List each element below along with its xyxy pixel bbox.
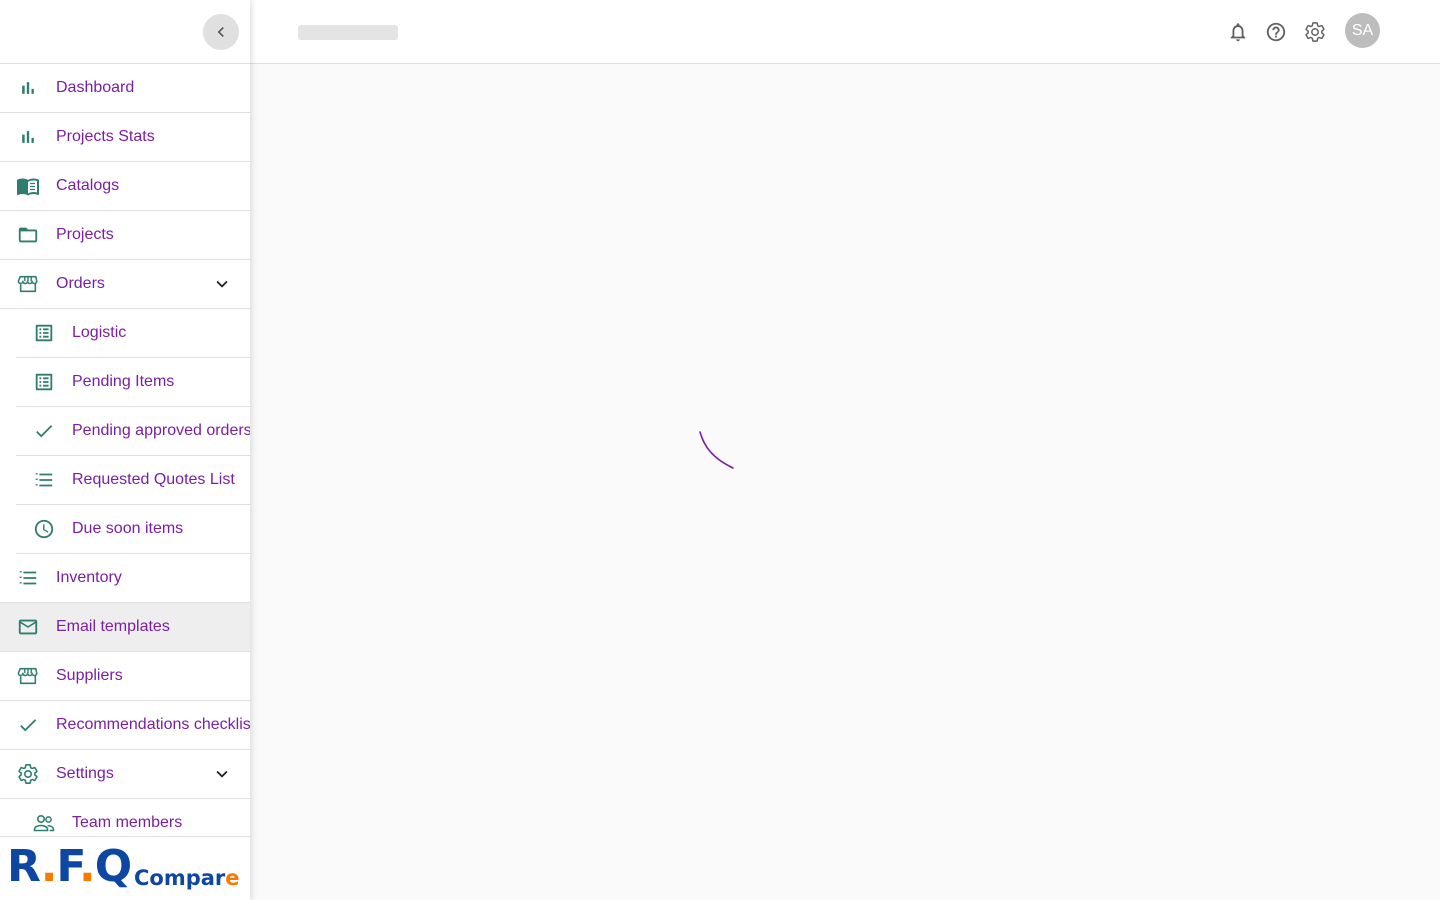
mail-icon bbox=[16, 615, 40, 639]
sidebar-item-catalogs[interactable]: Catalogs bbox=[0, 162, 250, 211]
sidebar-item-label: Suppliers bbox=[56, 667, 123, 684]
sidebar-item-requested-quotes-list[interactable]: Requested Quotes List bbox=[16, 456, 250, 505]
chevron-left-icon bbox=[217, 27, 224, 37]
sidebar-item-label: Projects bbox=[56, 226, 114, 243]
sidebar-item-label: Due soon items bbox=[72, 520, 184, 537]
logo-letter: F bbox=[56, 841, 80, 892]
logo-dot: . bbox=[79, 841, 96, 892]
sidebar-item-recommendations-checklist[interactable]: Recommendations checklist bbox=[0, 701, 250, 750]
loading-spinner bbox=[699, 431, 734, 469]
book-open-icon bbox=[16, 174, 40, 198]
clock-icon bbox=[32, 517, 56, 541]
sidebar-item-inventory[interactable]: Inventory bbox=[0, 554, 250, 603]
sidebar-item-settings[interactable]: Settings bbox=[0, 750, 250, 799]
sidebar-item-projects-stats[interactable]: Projects Stats bbox=[0, 113, 250, 162]
sidebar-item-label: Email templates bbox=[56, 618, 170, 635]
sidebar-item-label: Recommendations checklist bbox=[56, 716, 250, 733]
help-icon bbox=[1266, 22, 1286, 42]
storefront-icon bbox=[16, 664, 40, 688]
gear-icon bbox=[16, 762, 40, 786]
rfq-compare-logo: R.F.Q Compare bbox=[0, 836, 250, 900]
format-list-icon bbox=[16, 566, 40, 590]
top-app-bar: SA bbox=[250, 0, 1440, 64]
logo-letter: R bbox=[7, 841, 42, 892]
sidebar-item-label: Pending approved orders bbox=[72, 422, 250, 439]
settings-button[interactable] bbox=[1303, 20, 1327, 44]
chevron-down-icon bbox=[216, 770, 228, 778]
avatar[interactable]: SA bbox=[1345, 13, 1380, 48]
sidebar-item-suppliers[interactable]: Suppliers bbox=[0, 652, 250, 701]
sidebar-item-email-templates[interactable]: Email templates bbox=[0, 603, 250, 652]
sidebar-item-label: Logistic bbox=[72, 324, 127, 341]
check-icon bbox=[16, 713, 40, 737]
sidebar-header bbox=[0, 0, 250, 64]
sidebar-item-label: Requested Quotes List bbox=[72, 471, 235, 488]
sidebar-item-label: Settings bbox=[56, 765, 114, 782]
chevron-down-icon bbox=[216, 280, 228, 288]
sidebar-item-pending-items[interactable]: Pending Items bbox=[16, 358, 250, 407]
list-alt-icon bbox=[32, 370, 56, 394]
logo-compare-text: Compare bbox=[134, 865, 240, 891]
format-list-icon bbox=[32, 468, 56, 492]
sidebar-item-label: Pending Items bbox=[72, 373, 175, 390]
sidebar-item-label: Projects Stats bbox=[56, 128, 155, 145]
logo-dot: . bbox=[40, 841, 58, 892]
sidebar-item-due-soon-items[interactable]: Due soon items bbox=[16, 505, 250, 554]
notifications-button[interactable] bbox=[1226, 20, 1250, 44]
check-icon bbox=[32, 419, 56, 443]
sidebar-item-label: Inventory bbox=[56, 569, 122, 586]
logo-letter: Q bbox=[94, 841, 132, 892]
expand-toggle[interactable] bbox=[210, 272, 234, 296]
help-button[interactable] bbox=[1264, 20, 1288, 44]
bar-chart-icon bbox=[16, 125, 40, 149]
logo-rfq-mark: R.F.Q bbox=[7, 841, 132, 892]
expand-toggle[interactable] bbox=[210, 762, 234, 786]
sidebar-item-orders[interactable]: Orders bbox=[0, 260, 250, 309]
sidebar-item-label: Orders bbox=[56, 275, 105, 292]
logo-compare-word: Compar bbox=[134, 866, 226, 890]
bar-chart-icon bbox=[16, 76, 40, 100]
sidebar: Dashboard Projects Stats Catalogs Projects O… bbox=[0, 0, 250, 900]
sidebar-item-projects[interactable]: Projects bbox=[0, 211, 250, 260]
list-alt-icon bbox=[32, 321, 56, 345]
folder-icon bbox=[16, 223, 40, 247]
collapse-sidebar-button[interactable] bbox=[203, 14, 239, 50]
sidebar-item-logistic[interactable]: Logistic bbox=[16, 309, 250, 358]
sidebar-item-label: Dashboard bbox=[56, 79, 135, 96]
sidebar-item-label: Catalogs bbox=[56, 177, 120, 194]
bell-icon bbox=[1230, 23, 1246, 42]
page-title-skeleton bbox=[298, 25, 398, 40]
sidebar-item-label: Team members bbox=[72, 814, 183, 831]
sidebar-nav: Dashboard Projects Stats Catalogs Projects O… bbox=[0, 64, 250, 848]
logo-compare-e: e bbox=[225, 866, 240, 890]
storefront-icon bbox=[16, 272, 40, 296]
sidebar-item-pending-approved-orders[interactable]: Pending approved orders bbox=[16, 407, 250, 456]
gear-icon bbox=[1305, 22, 1325, 42]
people-icon bbox=[32, 811, 56, 835]
sidebar-item-dashboard[interactable]: Dashboard bbox=[0, 64, 250, 113]
